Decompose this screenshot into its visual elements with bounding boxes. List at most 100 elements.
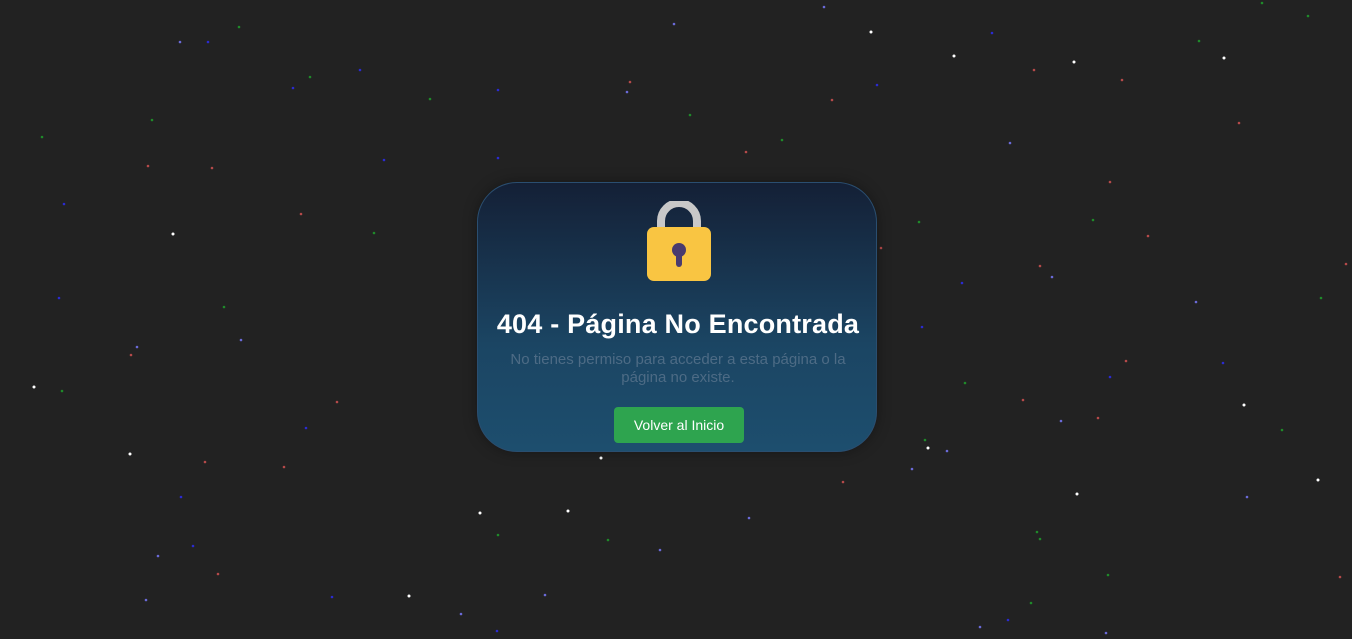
star: [239, 338, 243, 342]
star: [945, 449, 949, 453]
star: [1006, 618, 1010, 622]
star: [203, 460, 207, 464]
star: [1237, 121, 1241, 125]
star: [625, 90, 629, 94]
star: [1306, 14, 1310, 18]
star: [237, 25, 241, 29]
star: [1316, 478, 1320, 482]
star: [1124, 359, 1128, 363]
star: [926, 446, 930, 450]
star: [304, 426, 308, 430]
star: [206, 40, 210, 44]
star: [308, 75, 312, 79]
star: [150, 118, 154, 122]
star: [875, 83, 879, 87]
star: [1106, 573, 1110, 577]
star: [459, 612, 463, 616]
star: [744, 150, 748, 154]
star: [1120, 78, 1124, 82]
star: [1050, 275, 1054, 279]
star: [129, 353, 133, 357]
star: [830, 98, 834, 102]
star: [1146, 234, 1150, 238]
star: [1338, 575, 1342, 579]
star: [920, 325, 924, 329]
star: [1021, 398, 1025, 402]
star: [1108, 375, 1112, 379]
star: [1194, 300, 1198, 304]
star: [1091, 218, 1095, 222]
star: [1221, 361, 1225, 365]
star: [1059, 419, 1063, 423]
star: [495, 629, 499, 633]
star: [291, 86, 295, 90]
star: [32, 385, 36, 389]
star: [330, 595, 334, 599]
star: [963, 381, 967, 385]
star: [1242, 403, 1246, 407]
star: [210, 166, 214, 170]
star: [822, 5, 826, 9]
star: [869, 30, 873, 34]
star: [372, 231, 376, 235]
star: [216, 572, 220, 576]
star: [879, 246, 883, 250]
star: [1108, 180, 1112, 184]
star: [1035, 530, 1039, 534]
star: [910, 467, 914, 471]
star: [1344, 262, 1348, 266]
star: [1260, 1, 1264, 5]
star: [978, 625, 982, 629]
star: [1075, 492, 1079, 496]
star: [496, 156, 500, 160]
page-title: 404 - Página No Encontrada: [496, 309, 860, 339]
star: [1038, 264, 1042, 268]
back-home-button[interactable]: Volver al Inicio: [614, 407, 744, 443]
star: [688, 113, 692, 117]
star: [1029, 601, 1033, 605]
star: [128, 452, 132, 456]
star: [606, 538, 610, 542]
star: [658, 548, 662, 552]
star: [566, 509, 570, 513]
star: [1096, 416, 1100, 420]
star: [478, 511, 482, 515]
star: [156, 554, 160, 558]
star: [747, 516, 751, 520]
star: [428, 97, 432, 101]
star: [841, 480, 845, 484]
star: [990, 31, 994, 35]
star: [282, 465, 286, 469]
star: [917, 220, 921, 224]
star: [1319, 296, 1323, 300]
star: [1038, 537, 1042, 541]
star: [923, 438, 927, 442]
star: [628, 80, 632, 84]
star: [1280, 428, 1284, 432]
star: [1222, 56, 1226, 60]
star: [382, 158, 386, 162]
star: [335, 400, 339, 404]
star: [178, 40, 182, 44]
star: [57, 296, 61, 300]
star: [40, 135, 44, 139]
star: [135, 345, 139, 349]
star: [952, 54, 956, 58]
star: [496, 88, 500, 92]
error-card: 404 - Página No Encontrada No tienes per…: [477, 182, 877, 452]
star: [1197, 39, 1201, 43]
star: [1104, 631, 1108, 635]
star: [1072, 60, 1076, 64]
star: [62, 202, 66, 206]
star: [191, 544, 195, 548]
lock-icon: [647, 201, 711, 281]
star: [358, 68, 362, 72]
star: [496, 533, 500, 537]
star: [144, 598, 148, 602]
star: [146, 164, 150, 168]
star: [1008, 141, 1012, 145]
star: [179, 495, 183, 499]
star: [672, 22, 676, 26]
star: [407, 594, 411, 598]
star: [1245, 495, 1249, 499]
